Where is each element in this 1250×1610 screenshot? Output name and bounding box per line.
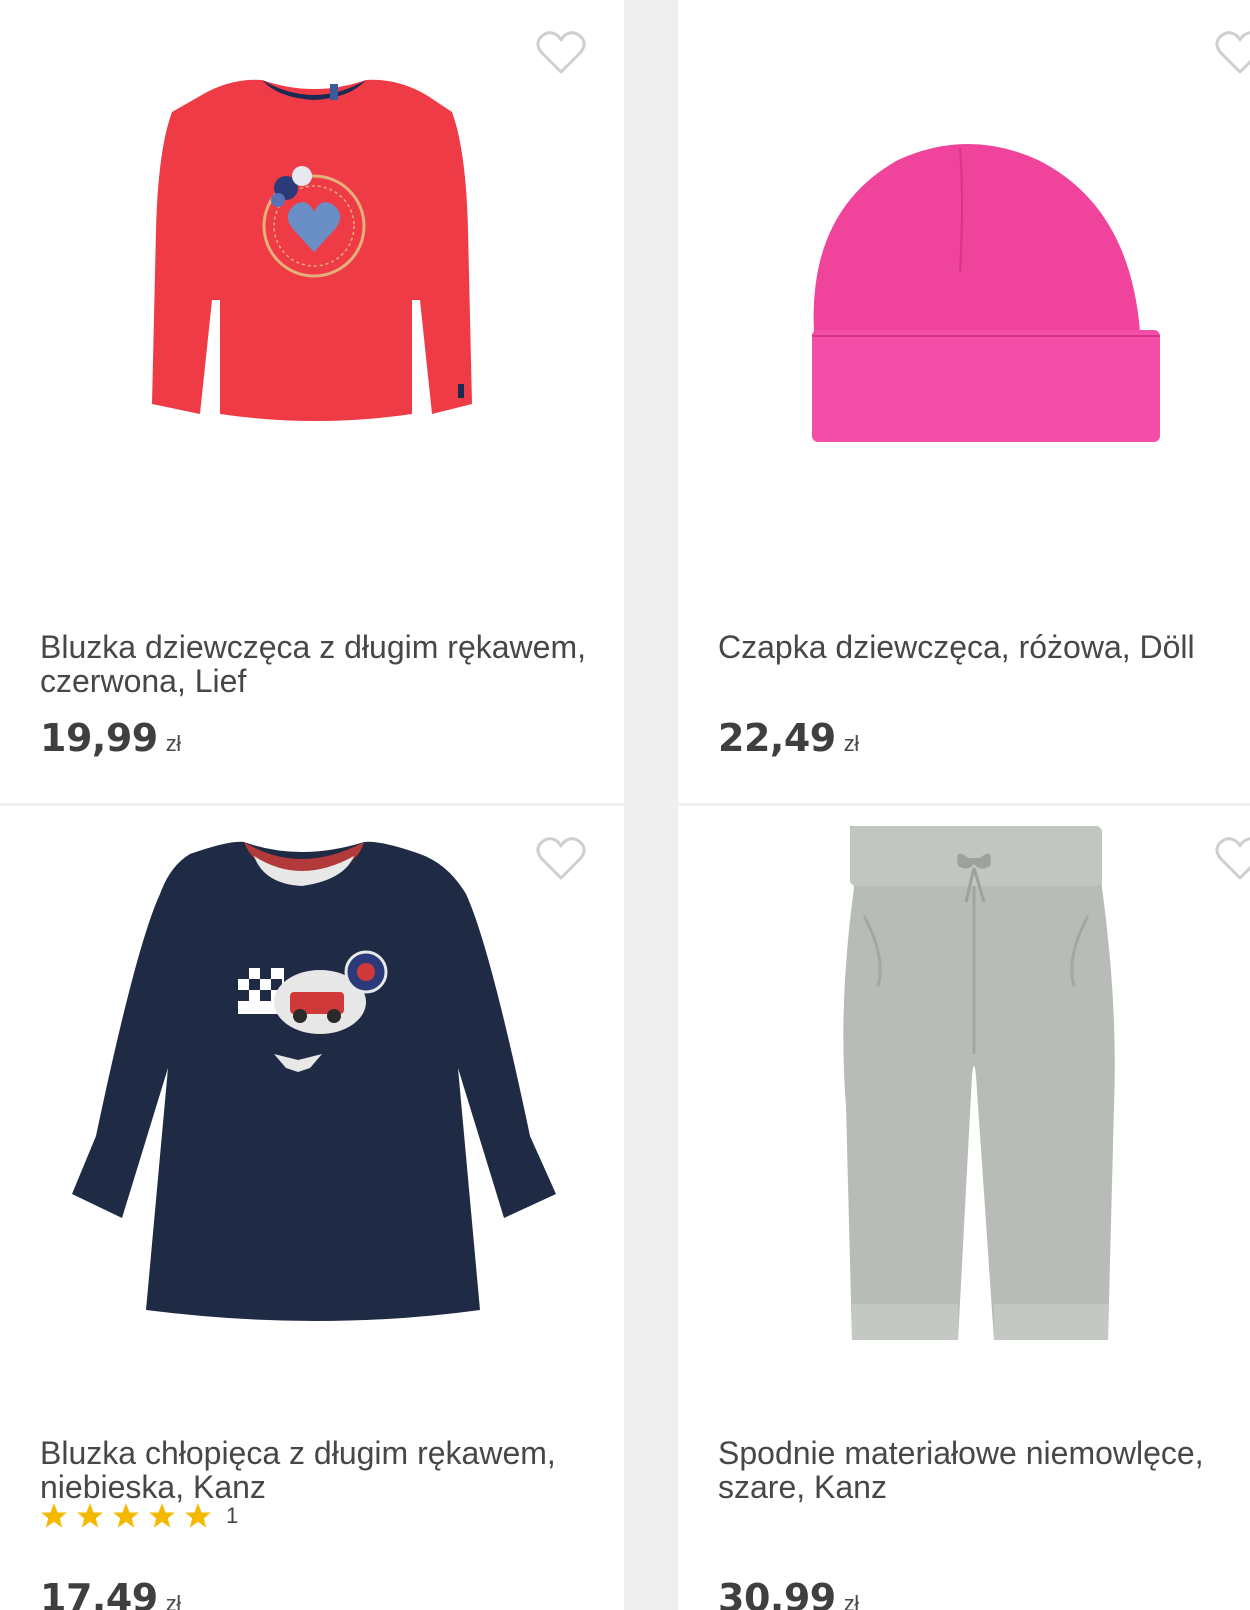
product-card[interactable]: Bluzka chłopięca z długim rękawem, niebi… <box>0 806 624 1610</box>
price-value: 22,49 <box>718 716 836 760</box>
heart-icon[interactable] <box>536 30 586 76</box>
heart-icon[interactable] <box>1215 30 1250 76</box>
heart-icon[interactable] <box>1215 836 1250 882</box>
star-icon <box>113 1503 139 1528</box>
star-icon <box>41 1503 67 1528</box>
product-card[interactable]: Spodnie materiałowe niemowlęce, szare, K… <box>678 806 1250 1610</box>
price-currency: zł <box>843 731 859 756</box>
price-currency: zł <box>165 731 181 756</box>
product-grid: Bluzka dziewczęca z długim rękawem, czer… <box>0 0 1250 1610</box>
star-icon <box>185 1503 211 1528</box>
product-image-navy-shirt[interactable] <box>0 806 624 1406</box>
product-title[interactable]: Spodnie materiałowe niemowlęce, szare, K… <box>718 1436 1250 1504</box>
product-price: 19,99 zł <box>40 716 181 760</box>
product-price: 17,49 zł <box>40 1576 181 1610</box>
product-price: 22,49 zł <box>718 716 859 760</box>
product-image-pink-hat[interactable] <box>678 0 1250 600</box>
product-title[interactable]: Bluzka dziewczęca z długim rękawem, czer… <box>40 630 600 698</box>
product-title[interactable]: Czapka dziewczęca, różowa, Döll <box>718 630 1250 664</box>
product-image-grey-trousers[interactable] <box>678 806 1250 1406</box>
product-image-red-shirt[interactable] <box>0 0 624 600</box>
heart-icon[interactable] <box>536 836 586 882</box>
product-card[interactable]: Czapka dziewczęca, różowa, Döll 22,49 zł <box>678 0 1250 803</box>
price-currency: zł <box>165 1591 181 1610</box>
star-icon <box>149 1503 175 1528</box>
price-value: 17,49 <box>40 1576 158 1610</box>
rating-count: 1 <box>226 1503 239 1528</box>
product-price: 30,99 zł <box>718 1576 859 1610</box>
product-card[interactable]: Bluzka dziewczęca z długim rękawem, czer… <box>0 0 624 803</box>
price-value: 19,99 <box>40 716 158 760</box>
product-title[interactable]: Bluzka chłopięca z długim rękawem, niebi… <box>40 1436 600 1504</box>
price-value: 30,99 <box>718 1576 836 1610</box>
star-icon <box>77 1503 103 1528</box>
price-currency: zł <box>843 1591 859 1610</box>
rating-stars: 1 <box>40 1502 238 1530</box>
